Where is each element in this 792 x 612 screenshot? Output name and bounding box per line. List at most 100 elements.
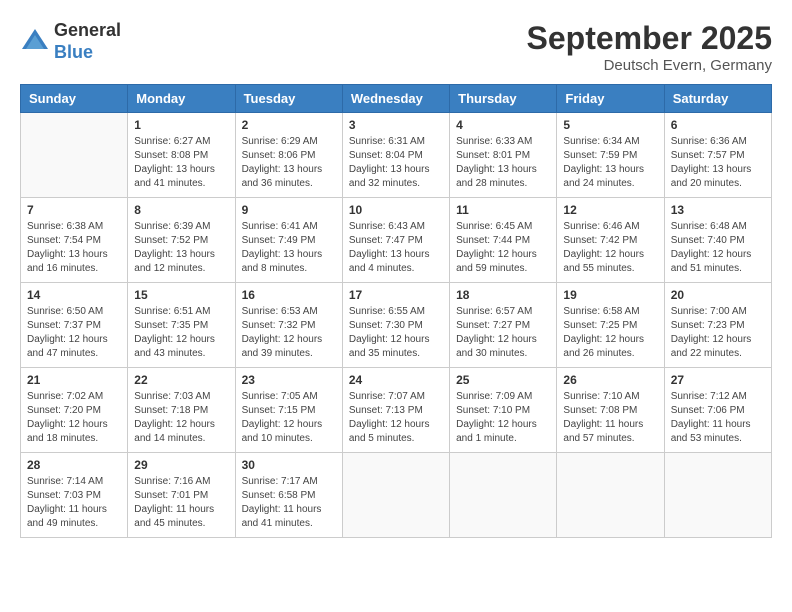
day-number: 7 [27,203,121,217]
calendar-cell: 21 Sunrise: 7:02 AMSunset: 7:20 PMDayligh… [21,368,128,453]
calendar-cell: 24 Sunrise: 7:07 AMSunset: 7:13 PMDayligh… [342,368,449,453]
calendar-cell: 4Sunrise: 6:33 AMSunset: 8:01 PMDaylight… [450,113,557,198]
cell-info: Sunrise: 6:50 AMSunset: 7:37 PMDaylight:… [27,305,121,361]
calendar-cell: 20Sunrise: 7:00 AMSunset: 7:23 PMDayligh… [664,283,771,368]
logo-icon [20,27,50,57]
calendar-cell [342,453,449,538]
day-number: 15 [134,288,228,302]
day-number: 29 [134,458,228,472]
cell-info: Sunrise: 6:27 AMSunset: 8:08 PMDaylight:… [134,135,228,191]
day-number: 8 [134,203,228,217]
calendar-cell: 17 Sunrise: 6:55 AMSunset: 7:30 PMDayligh… [342,283,449,368]
cell-info: Sunrise: 6:55 AMSunset: 7:30 PMDaylight:… [349,305,443,361]
day-number: 16 [242,288,336,302]
week-row-4: 21 Sunrise: 7:02 AMSunset: 7:20 PMDayligh… [21,368,772,453]
cell-info: Sunrise: 6:57 AMSunset: 7:27 PMDaylight:… [456,305,550,361]
cell-info: Sunrise: 7:07 AMSunset: 7:13 PMDaylight:… [349,390,443,446]
calendar-cell [664,453,771,538]
logo: General Blue [20,20,121,63]
calendar-cell: 2 Sunrise: 6:29 AMSunset: 8:06 PMDaylight… [235,113,342,198]
cell-info: Sunrise: 6:45 AMSunset: 7:44 PMDaylight:… [456,220,550,276]
calendar-cell: 10Sunrise: 6:43 AMSunset: 7:47 PMDayligh… [342,198,449,283]
day-number: 18 [456,288,550,302]
cell-info: Sunrise: 7:16 AMSunset: 7:01 PMDaylight:… [134,475,228,531]
day-number: 6 [671,118,765,132]
calendar-cell: 16Sunrise: 6:53 AMSunset: 7:32 PMDayligh… [235,283,342,368]
cell-info: Sunrise: 7:05 AMSunset: 7:15 PMDaylight:… [242,390,336,446]
day-number: 12 [563,203,657,217]
calendar-cell: 25 Sunrise: 7:09 AMSunset: 7:10 PMDayligh… [450,368,557,453]
calendar-cell: 15 Sunrise: 6:51 AMSunset: 7:35 PMDayligh… [128,283,235,368]
week-row-3: 14 Sunrise: 6:50 AMSunset: 7:37 PMDayligh… [21,283,772,368]
cell-info: Sunrise: 6:58 AMSunset: 7:25 PMDaylight:… [563,305,657,361]
day-number: 13 [671,203,765,217]
day-number: 22 [134,373,228,387]
calendar-table: SundayMondayTuesdayWednesdayThursdayFrid… [20,84,772,538]
calendar-cell: 29 Sunrise: 7:16 AMSunset: 7:01 PMDayligh… [128,453,235,538]
calendar-cell: 14 Sunrise: 6:50 AMSunset: 7:37 PMDayligh… [21,283,128,368]
day-header-thursday: Thursday [450,85,557,113]
cell-info: Sunrise: 6:34 AMSunset: 7:59 PMDaylight:… [563,135,657,191]
day-number: 25 [456,373,550,387]
cell-info: Sunrise: 7:02 AMSunset: 7:20 PMDaylight:… [27,390,121,446]
day-number: 14 [27,288,121,302]
cell-info: Sunrise: 6:39 AMSunset: 7:52 PMDaylight:… [134,220,228,276]
cell-info: Sunrise: 6:51 AMSunset: 7:35 PMDaylight:… [134,305,228,361]
day-number: 24 [349,373,443,387]
calendar-cell: 1 Sunrise: 6:27 AMSunset: 8:08 PMDaylight… [128,113,235,198]
calendar-cell [450,453,557,538]
page-header: General Blue September 2025 Deutsch Ever… [20,20,772,74]
day-number: 27 [671,373,765,387]
day-header-wednesday: Wednesday [342,85,449,113]
calendar-header-row: SundayMondayTuesdayWednesdayThursdayFrid… [21,85,772,113]
day-number: 19 [563,288,657,302]
week-row-2: 7 Sunrise: 6:38 AMSunset: 7:54 PMDaylight… [21,198,772,283]
cell-info: Sunrise: 6:33 AMSunset: 8:01 PMDaylight:… [456,135,550,191]
calendar-cell: 5Sunrise: 6:34 AMSunset: 7:59 PMDaylight… [557,113,664,198]
cell-info: Sunrise: 6:48 AMSunset: 7:40 PMDaylight:… [671,220,765,276]
day-number: 28 [27,458,121,472]
week-row-5: 28Sunrise: 7:14 AMSunset: 7:03 PMDayligh… [21,453,772,538]
title-block: September 2025 Deutsch Evern, Germany [527,20,772,74]
cell-info: Sunrise: 7:03 AMSunset: 7:18 PMDaylight:… [134,390,228,446]
day-number: 23 [242,373,336,387]
calendar-cell [557,453,664,538]
day-number: 2 [242,118,336,132]
cell-info: Sunrise: 7:12 AMSunset: 7:06 PMDaylight:… [671,390,765,446]
cell-info: Sunrise: 6:43 AMSunset: 7:47 PMDaylight:… [349,220,443,276]
calendar-cell: 18 Sunrise: 6:57 AMSunset: 7:27 PMDayligh… [450,283,557,368]
day-number: 11 [456,203,550,217]
day-number: 20 [671,288,765,302]
day-number: 30 [242,458,336,472]
day-header-saturday: Saturday [664,85,771,113]
day-header-tuesday: Tuesday [235,85,342,113]
calendar-cell: 26Sunrise: 7:10 AMSunset: 7:08 PMDayligh… [557,368,664,453]
calendar-cell: 19 Sunrise: 6:58 AMSunset: 7:25 PMDayligh… [557,283,664,368]
logo-general-text: General [54,20,121,42]
day-number: 3 [349,118,443,132]
calendar-cell: 3 Sunrise: 6:31 AMSunset: 8:04 PMDaylight… [342,113,449,198]
day-number: 9 [242,203,336,217]
cell-info: Sunrise: 6:38 AMSunset: 7:54 PMDaylight:… [27,220,121,276]
calendar-cell: 11 Sunrise: 6:45 AMSunset: 7:44 PMDayligh… [450,198,557,283]
day-number: 17 [349,288,443,302]
calendar-cell: 23 Sunrise: 7:05 AMSunset: 7:15 PMDayligh… [235,368,342,453]
calendar-cell: 22 Sunrise: 7:03 AMSunset: 7:18 PMDayligh… [128,368,235,453]
cell-info: Sunrise: 6:31 AMSunset: 8:04 PMDaylight:… [349,135,443,191]
calendar-cell: 6Sunrise: 6:36 AMSunset: 7:57 PMDaylight… [664,113,771,198]
cell-info: Sunrise: 6:29 AMSunset: 8:06 PMDaylight:… [242,135,336,191]
day-header-friday: Friday [557,85,664,113]
cell-info: Sunrise: 7:17 AMSunset: 6:58 PMDaylight:… [242,475,336,531]
month-title: September 2025 [527,20,772,57]
calendar-cell: 30 Sunrise: 7:17 AMSunset: 6:58 PMDayligh… [235,453,342,538]
day-number: 26 [563,373,657,387]
calendar-cell: 8 Sunrise: 6:39 AMSunset: 7:52 PMDaylight… [128,198,235,283]
calendar-cell: 7 Sunrise: 6:38 AMSunset: 7:54 PMDaylight… [21,198,128,283]
day-number: 1 [134,118,228,132]
cell-info: Sunrise: 7:09 AMSunset: 7:10 PMDaylight:… [456,390,550,446]
location-subtitle: Deutsch Evern, Germany [527,57,772,74]
day-number: 21 [27,373,121,387]
calendar-cell [21,113,128,198]
week-row-1: 1 Sunrise: 6:27 AMSunset: 8:08 PMDaylight… [21,113,772,198]
calendar-cell: 13 Sunrise: 6:48 AMSunset: 7:40 PMDayligh… [664,198,771,283]
